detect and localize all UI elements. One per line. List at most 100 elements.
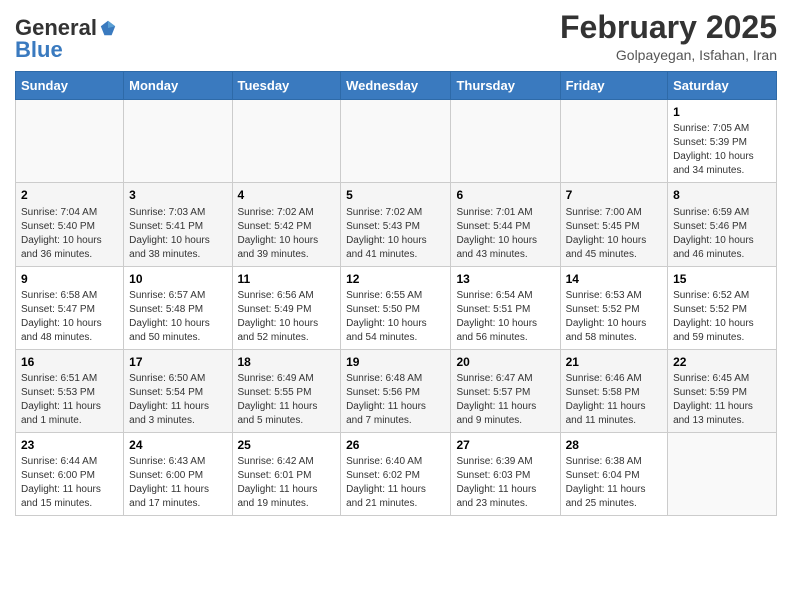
day-number: 26: [346, 437, 445, 453]
day-number: 13: [456, 271, 554, 287]
logo-blue-text: Blue: [15, 37, 63, 62]
calendar-cell: 16Sunrise: 6:51 AM Sunset: 5:53 PM Dayli…: [16, 349, 124, 432]
day-info: Sunrise: 6:40 AM Sunset: 6:02 PM Dayligh…: [346, 455, 445, 511]
calendar-cell: 24 Sunrise: 6:43 AM Sunset: 6:00 PM Dayli…: [124, 432, 232, 515]
day-info: Sunrise: 6:50 AM Sunset: 5:54 PM Dayligh…: [129, 372, 226, 428]
calendar-cell: 21 Sunrise: 6:46 AM Sunset: 5:58 PM Dayli…: [560, 349, 667, 432]
day-info: Sunrise: 6:57 AM Sunset: 5:48 PM Dayligh…: [129, 289, 226, 345]
day-info: Sunrise: 7:03 AM Sunset: 5:41 PM Dayligh…: [129, 206, 226, 262]
day-info: Sunrise: 6:39 AM Sunset: 6:03 PM Dayligh…: [456, 455, 554, 511]
calendar-week-row: 9 Sunrise: 6:58 AM Sunset: 5:47 PM Daylig…: [16, 266, 777, 349]
calendar-table: SundayMondayTuesdayWednesdayThursdayFrid…: [15, 71, 777, 516]
day-info: Sunrise: 7:02 AM Sunset: 5:43 PM Dayligh…: [346, 206, 445, 262]
calendar-cell: [232, 100, 341, 183]
day-number: 9: [21, 271, 118, 287]
day-number: 3: [129, 187, 226, 203]
calendar-cell: 5 Sunrise: 7:02 AM Sunset: 5:43 PM Daylig…: [341, 183, 451, 266]
day-number: 19: [346, 354, 445, 370]
day-info: Sunrise: 7:05 AM Sunset: 5:39 PM Dayligh…: [673, 122, 771, 178]
day-number: 11: [238, 271, 336, 287]
calendar-cell: [341, 100, 451, 183]
day-number: 16: [21, 354, 118, 370]
calendar-cell: 27Sunrise: 6:39 AM Sunset: 6:03 PM Dayli…: [451, 432, 560, 515]
calendar-cell: 23 Sunrise: 6:44 AM Sunset: 6:00 PM Dayli…: [16, 432, 124, 515]
day-number: 21: [566, 354, 662, 370]
weekday-header-tuesday: Tuesday: [232, 72, 341, 100]
calendar-cell: [451, 100, 560, 183]
calendar-cell: 15 Sunrise: 6:52 AM Sunset: 5:52 PM Dayli…: [668, 266, 777, 349]
day-info: Sunrise: 6:42 AM Sunset: 6:01 PM Dayligh…: [238, 455, 336, 511]
calendar-cell: 14 Sunrise: 6:53 AM Sunset: 5:52 PM Dayli…: [560, 266, 667, 349]
calendar-week-row: 16Sunrise: 6:51 AM Sunset: 5:53 PM Dayli…: [16, 349, 777, 432]
calendar-cell: 7 Sunrise: 7:00 AM Sunset: 5:45 PM Daylig…: [560, 183, 667, 266]
weekday-header-thursday: Thursday: [451, 72, 560, 100]
day-number: 4: [238, 187, 336, 203]
weekday-header-monday: Monday: [124, 72, 232, 100]
day-number: 15: [673, 271, 771, 287]
calendar-week-row: 2 Sunrise: 7:04 AM Sunset: 5:40 PM Daylig…: [16, 183, 777, 266]
day-info: Sunrise: 7:04 AM Sunset: 5:40 PM Dayligh…: [21, 206, 118, 262]
day-info: Sunrise: 6:43 AM Sunset: 6:00 PM Dayligh…: [129, 455, 226, 511]
calendar-cell: 19 Sunrise: 6:48 AM Sunset: 5:56 PM Dayli…: [341, 349, 451, 432]
calendar-cell: 11 Sunrise: 6:56 AM Sunset: 5:49 PM Dayli…: [232, 266, 341, 349]
calendar-cell: [668, 432, 777, 515]
calendar-cell: 6 Sunrise: 7:01 AM Sunset: 5:44 PM Daylig…: [451, 183, 560, 266]
calendar-cell: 9 Sunrise: 6:58 AM Sunset: 5:47 PM Daylig…: [16, 266, 124, 349]
logo-flag-icon: [99, 19, 117, 37]
calendar-cell: 3 Sunrise: 7:03 AM Sunset: 5:41 PM Daylig…: [124, 183, 232, 266]
day-number: 28: [566, 437, 662, 453]
day-number: 10: [129, 271, 226, 287]
day-info: Sunrise: 6:44 AM Sunset: 6:00 PM Dayligh…: [21, 455, 118, 511]
calendar-cell: 20 Sunrise: 6:47 AM Sunset: 5:57 PM Dayli…: [451, 349, 560, 432]
day-number: 25: [238, 437, 336, 453]
page: General Blue February 2025 Golpayegan, I…: [0, 0, 792, 531]
calendar-cell: 10 Sunrise: 6:57 AM Sunset: 5:48 PM Dayli…: [124, 266, 232, 349]
weekday-header-saturday: Saturday: [668, 72, 777, 100]
day-info: Sunrise: 7:01 AM Sunset: 5:44 PM Dayligh…: [456, 206, 554, 262]
calendar-cell: 17 Sunrise: 6:50 AM Sunset: 5:54 PM Dayli…: [124, 349, 232, 432]
day-info: Sunrise: 6:53 AM Sunset: 5:52 PM Dayligh…: [566, 289, 662, 345]
calendar-cell: 25 Sunrise: 6:42 AM Sunset: 6:01 PM Dayli…: [232, 432, 341, 515]
day-number: 18: [238, 354, 336, 370]
day-number: 23: [21, 437, 118, 453]
calendar-cell: [124, 100, 232, 183]
weekday-header-friday: Friday: [560, 72, 667, 100]
day-info: Sunrise: 6:52 AM Sunset: 5:52 PM Dayligh…: [673, 289, 771, 345]
day-info: Sunrise: 6:49 AM Sunset: 5:55 PM Dayligh…: [238, 372, 336, 428]
calendar-cell: 12 Sunrise: 6:55 AM Sunset: 5:50 PM Dayli…: [341, 266, 451, 349]
calendar-cell: 1Sunrise: 7:05 AM Sunset: 5:39 PM Daylig…: [668, 100, 777, 183]
day-info: Sunrise: 6:56 AM Sunset: 5:49 PM Dayligh…: [238, 289, 336, 345]
day-info: Sunrise: 7:02 AM Sunset: 5:42 PM Dayligh…: [238, 206, 336, 262]
day-number: 14: [566, 271, 662, 287]
day-info: Sunrise: 6:58 AM Sunset: 5:47 PM Dayligh…: [21, 289, 118, 345]
day-number: 6: [456, 187, 554, 203]
calendar-cell: 8 Sunrise: 6:59 AM Sunset: 5:46 PM Daylig…: [668, 183, 777, 266]
day-info: Sunrise: 6:46 AM Sunset: 5:58 PM Dayligh…: [566, 372, 662, 428]
day-number: 24: [129, 437, 226, 453]
day-info: Sunrise: 6:55 AM Sunset: 5:50 PM Dayligh…: [346, 289, 445, 345]
calendar-cell: 2 Sunrise: 7:04 AM Sunset: 5:40 PM Daylig…: [16, 183, 124, 266]
calendar-cell: 13 Sunrise: 6:54 AM Sunset: 5:51 PM Dayli…: [451, 266, 560, 349]
calendar-week-row: 1Sunrise: 7:05 AM Sunset: 5:39 PM Daylig…: [16, 100, 777, 183]
day-info: Sunrise: 6:59 AM Sunset: 5:46 PM Dayligh…: [673, 206, 771, 262]
day-info: Sunrise: 6:47 AM Sunset: 5:57 PM Dayligh…: [456, 372, 554, 428]
calendar-cell: [16, 100, 124, 183]
day-number: 17: [129, 354, 226, 370]
day-number: 12: [346, 271, 445, 287]
day-number: 22: [673, 354, 771, 370]
day-number: 5: [346, 187, 445, 203]
day-number: 2: [21, 187, 118, 203]
day-info: Sunrise: 6:48 AM Sunset: 5:56 PM Dayligh…: [346, 372, 445, 428]
header: General Blue February 2025 Golpayegan, I…: [15, 10, 777, 63]
weekday-header-wednesday: Wednesday: [341, 72, 451, 100]
day-number: 7: [566, 187, 662, 203]
day-info: Sunrise: 6:54 AM Sunset: 5:51 PM Dayligh…: [456, 289, 554, 345]
title-block: February 2025 Golpayegan, Isfahan, Iran: [560, 10, 777, 63]
day-info: Sunrise: 7:00 AM Sunset: 5:45 PM Dayligh…: [566, 206, 662, 262]
day-info: Sunrise: 6:38 AM Sunset: 6:04 PM Dayligh…: [566, 455, 662, 511]
calendar-cell: 18 Sunrise: 6:49 AM Sunset: 5:55 PM Dayli…: [232, 349, 341, 432]
calendar-week-row: 23 Sunrise: 6:44 AM Sunset: 6:00 PM Dayli…: [16, 432, 777, 515]
day-number: 20: [456, 354, 554, 370]
day-number: 8: [673, 187, 771, 203]
calendar-cell: 4 Sunrise: 7:02 AM Sunset: 5:42 PM Daylig…: [232, 183, 341, 266]
